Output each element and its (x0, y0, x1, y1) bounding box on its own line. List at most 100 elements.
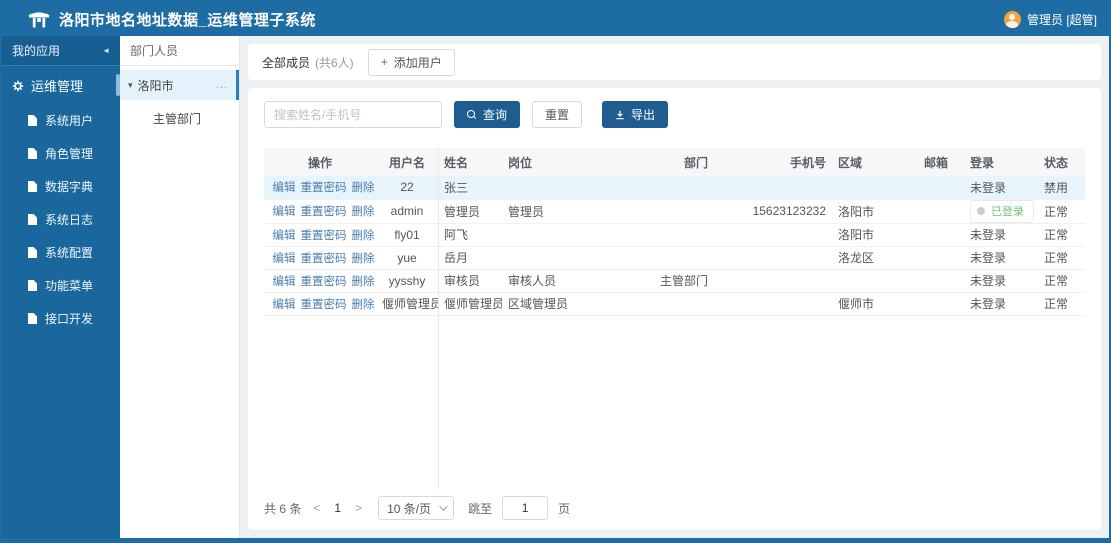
row-action-edit[interactable]: 编辑 (273, 299, 296, 311)
row-action-delete[interactable]: 删除 (352, 206, 375, 218)
search-icon (467, 109, 477, 120)
main-content: 全部成员 (共6人) + 添加用户 查询 重置 (240, 36, 1109, 538)
cell-name: 审核员 (438, 269, 502, 293)
status-dot-icon (977, 207, 985, 215)
jump-unit: 页 (558, 501, 571, 516)
row-action-delete[interactable]: 删除 (352, 299, 375, 311)
cell-username: 偃师管理员 (376, 292, 438, 316)
row-action-delete[interactable]: 删除 (352, 276, 375, 288)
query-label: 查询 (483, 108, 508, 122)
login-status-text: 已登录 (991, 206, 1024, 218)
search-bar: 查询 重置 导出 (264, 101, 1085, 128)
row-action-reset-password[interactable]: 重置密码 (301, 276, 347, 288)
row-action-edit[interactable]: 编辑 (273, 276, 296, 288)
cell-actions: 编辑 重置密码 删除 (264, 269, 376, 293)
table-row[interactable]: 编辑 重置密码 删除 yue 岳月 洛龙区 未登录 正常 (264, 246, 1085, 270)
user-menu[interactable]: 管理员 [超管] (1003, 10, 1097, 28)
row-action-edit[interactable]: 编辑 (273, 230, 296, 242)
query-button[interactable]: 查询 (454, 101, 521, 128)
row-action-reset-password[interactable]: 重置密码 (301, 299, 347, 311)
cell-status: 正常 (1038, 199, 1085, 224)
prev-page-button[interactable]: < (311, 501, 322, 515)
table-row[interactable]: 编辑 重置密码 删除 fly01 阿飞 洛阳市 未登录 正常 (264, 223, 1085, 247)
cell-phone (714, 176, 832, 200)
tree-node-supervisory-dept[interactable]: 主管部门 (120, 104, 239, 132)
row-action-delete[interactable]: 删除 (352, 230, 375, 242)
page-size-select[interactable]: 10 条/页 (378, 496, 455, 520)
table-row[interactable]: 编辑 重置密码 删除 admin 管理员 管理员 15623123232 洛阳市 已登录 正常 (264, 199, 1085, 224)
row-action-reset-password[interactable]: 重置密码 (301, 206, 347, 218)
table-row[interactable]: 编辑 重置密码 删除 yysshy 审核员 审核人员 主管部门 未登录 正常 (264, 269, 1085, 293)
next-page-button[interactable]: > (353, 501, 364, 515)
collapse-left-icon[interactable]: ◄ (102, 46, 110, 55)
table-row[interactable]: 编辑 重置密码 删除 偃师管理员 偃师管理员 区域管理员 偃师市 未登录 正常 (264, 292, 1085, 316)
cell-position (502, 246, 594, 270)
add-user-button[interactable]: + 添加用户 (367, 48, 455, 76)
cell-actions: 编辑 重置密码 删除 (264, 199, 376, 224)
sidebar-header[interactable]: 我的应用 ◄ (2, 36, 120, 66)
document-icon (28, 214, 37, 225)
row-action-reset-password[interactable]: 重置密码 (301, 230, 347, 242)
cell-actions: 编辑 重置密码 删除 (264, 246, 376, 270)
document-icon (28, 313, 37, 324)
cell-position (502, 176, 594, 200)
chevron-down-icon (439, 502, 448, 511)
cell-name: 管理员 (438, 199, 502, 224)
cell-name: 张三 (438, 176, 502, 200)
sidebar-item-api-development[interactable]: 接口开发 (2, 302, 120, 335)
column-header-status: 状态 (1038, 148, 1085, 176)
sidebar-item-label: 系统配置 (45, 246, 94, 260)
caret-down-icon[interactable]: ▾ (128, 80, 133, 91)
export-button[interactable]: 导出 (602, 101, 669, 128)
sidebar-header-label: 我的应用 (12, 44, 61, 58)
sidebar-item-label: 角色管理 (45, 147, 94, 161)
sidebar-scrollbar[interactable] (116, 74, 120, 96)
plus-icon: + (380, 55, 388, 69)
cell-username: yue (376, 246, 438, 270)
row-action-reset-password[interactable]: 重置密码 (301, 182, 347, 194)
row-action-delete[interactable]: 删除 (352, 182, 375, 194)
cell-login: 未登录 (964, 223, 1038, 247)
members-label: 全部成员 (262, 55, 311, 70)
jump-page-input[interactable] (502, 496, 549, 520)
sidebar-item-system-config[interactable]: 系统配置 (2, 236, 120, 269)
sidebar-item-label: 系统日志 (45, 213, 94, 227)
row-action-edit[interactable]: 编辑 (273, 182, 296, 194)
cell-region: 洛阳市 (832, 199, 908, 224)
column-header-pos: 岗位 (502, 148, 594, 176)
column-header-actions: 操作 (264, 148, 376, 176)
reset-button[interactable]: 重置 (532, 101, 583, 128)
cell-department (594, 199, 714, 224)
sidebar-group-ops-management[interactable]: 运维管理 (2, 66, 120, 104)
cell-email (908, 269, 964, 293)
row-action-edit[interactable]: 编辑 (273, 206, 296, 218)
cell-username: yysshy (376, 269, 438, 293)
cell-department (594, 176, 714, 200)
tree-node-luoyang[interactable]: ▾ 洛阳市 ... (120, 70, 239, 100)
sidebar-item-system-logs[interactable]: 系统日志 (2, 203, 120, 236)
current-page[interactable]: 1 (332, 501, 343, 515)
column-header-email: 邮箱 (908, 148, 964, 176)
cell-name: 岳月 (438, 246, 502, 270)
archway-logo-icon (28, 9, 50, 29)
add-user-label: 添加用户 (393, 55, 442, 70)
row-action-delete[interactable]: 删除 (352, 253, 375, 265)
cell-region: 偃师市 (832, 292, 908, 316)
sidebar-item-role-management[interactable]: 角色管理 (2, 137, 120, 170)
row-action-edit[interactable]: 编辑 (273, 253, 296, 265)
row-action-reset-password[interactable]: 重置密码 (301, 253, 347, 265)
sidebar-item-system-users[interactable]: 系统用户 (2, 104, 120, 137)
fixed-column-divider (438, 148, 439, 490)
cell-name: 阿飞 (438, 223, 502, 247)
table-row[interactable]: 编辑 重置密码 删除 22 张三 未登录 禁用 (264, 176, 1085, 200)
cell-phone (714, 292, 832, 316)
more-icon[interactable]: ... (216, 79, 228, 91)
sidebar-item-function-menu[interactable]: 功能菜单 (2, 269, 120, 302)
sidebar-item-data-dictionary[interactable]: 数据字典 (2, 170, 120, 203)
search-input[interactable] (264, 101, 442, 128)
sidebar-item-label: 数据字典 (45, 180, 94, 194)
sidebar-group-label: 运维管理 (31, 79, 84, 94)
sidebar-item-label: 功能菜单 (45, 279, 94, 293)
cell-login: 已登录 (964, 199, 1038, 224)
sidebar: 我的应用 ◄ 运维管理 系统用户角色管理数据字典系统日志系统配置功能菜单接口开发 (2, 36, 120, 538)
